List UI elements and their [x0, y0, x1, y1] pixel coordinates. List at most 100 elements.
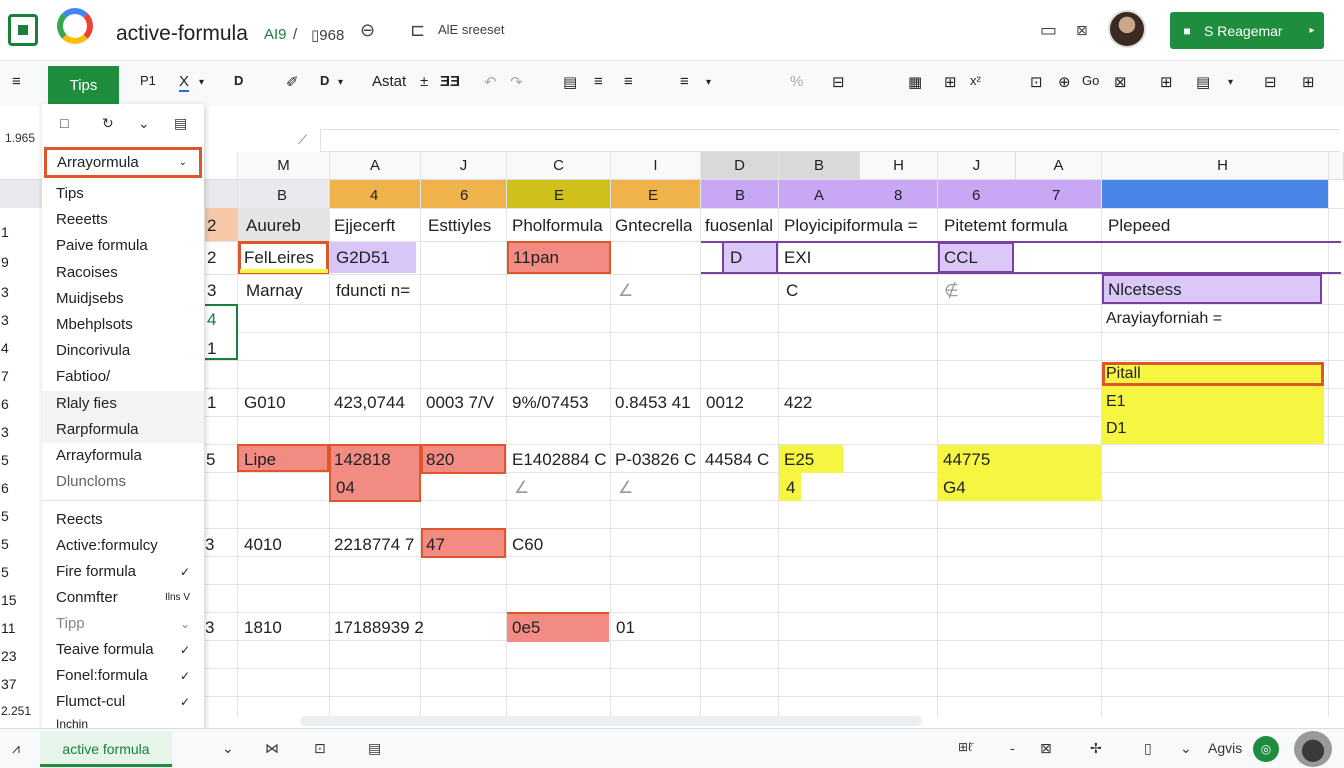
menu-item[interactable]: Reeetts: [42, 207, 204, 233]
cell[interactable]: 01: [616, 619, 635, 636]
cell[interactable]: 44584 C: [705, 451, 769, 468]
row-header[interactable]: 6: [0, 480, 22, 496]
row-header[interactable]: 5: [0, 452, 22, 468]
menu-item[interactable]: Fonel:formula ✓: [42, 663, 204, 689]
row-header[interactable]: 3: [0, 284, 22, 300]
sheets-app-icon[interactable]: [8, 14, 38, 46]
stats-icon[interactable]: ⊞ℓ̈: [958, 740, 972, 754]
menu-selected-item[interactable]: Arrayormula ⌄: [44, 147, 202, 178]
row-header[interactable]: 6: [0, 396, 22, 412]
cell[interactable]: C: [786, 282, 798, 299]
column-header[interactable]: M: [238, 152, 330, 180]
menu-item[interactable]: Arrayformula: [42, 443, 204, 469]
row-header[interactable]: 9: [0, 254, 22, 270]
cell[interactable]: G4: [943, 479, 966, 496]
filter-icon[interactable]: ⊕: [1058, 73, 1071, 91]
cell[interactable]: G010: [244, 394, 286, 411]
add-sheet-icon[interactable]: ⩘: [12, 740, 20, 757]
image-icon[interactable]: ⊡: [1030, 73, 1043, 91]
chevron-down-icon[interactable]: ▾: [199, 77, 204, 88]
row-header[interactable]: 2.251: [0, 704, 31, 717]
explore-icon[interactable]: ◎: [1253, 736, 1279, 762]
cell[interactable]: E1: [1106, 394, 1126, 410]
column-header[interactable]: H: [1102, 152, 1344, 180]
row-header[interactable]: 5: [0, 508, 22, 524]
font-selector[interactable]: Astat: [372, 73, 406, 90]
menu-item[interactable]: Conmfter Ilns V: [42, 585, 204, 611]
menu-item[interactable]: Inchin: [42, 715, 204, 729]
menu-item[interactable]: Mbehplsots: [42, 312, 204, 338]
cell[interactable]: D: [730, 249, 742, 266]
formula-dropdown-menu[interactable]: □ ↻ ⌄ ▤ Arrayormula ⌄ Tips Reeetts Paive…: [42, 104, 204, 729]
cell[interactable]: 0.8453 41: [615, 394, 691, 411]
row-header[interactable]: 11: [0, 620, 22, 636]
cell[interactable]: CCL: [944, 249, 978, 266]
percent-icon[interactable]: %: [790, 73, 803, 90]
chart-icon[interactable]: ⊠: [1114, 73, 1127, 91]
cell[interactable]: Gntecrella: [615, 217, 692, 234]
column-header[interactable]: D: [701, 152, 779, 180]
name-box[interactable]: 1.965: [0, 131, 35, 145]
chevron-down-icon[interactable]: ▾: [706, 77, 711, 88]
cell[interactable]: 11pan: [513, 249, 559, 266]
zoom-icon[interactable]: ⊠: [1040, 740, 1052, 757]
cell[interactable]: D1: [1106, 421, 1126, 437]
column-header[interactable]: C: [507, 152, 611, 180]
cell[interactable]: 0003 7/V: [426, 394, 494, 411]
align-center-icon[interactable]: ≡: [624, 73, 633, 90]
cell[interactable]: E1402884 C: [512, 451, 607, 468]
document-title[interactable]: active-formula: [116, 22, 248, 46]
cell[interactable]: C60: [512, 536, 543, 553]
refresh-icon[interactable]: ↻: [102, 115, 114, 132]
comment-icon[interactable]: ▭: [1040, 20, 1057, 41]
cell[interactable]: Ployicipiformula =: [784, 217, 918, 234]
align-left-icon[interactable]: ≡: [594, 73, 603, 90]
cell[interactable]: 3: [207, 282, 216, 299]
insert-grid-icon[interactable]: ⊞: [944, 73, 957, 91]
row-header[interactable]: 5: [0, 536, 22, 552]
cell[interactable]: ∠: [618, 479, 633, 496]
cell[interactable]: 44775: [943, 451, 990, 468]
cell[interactable]: ∠: [618, 282, 633, 299]
cell[interactable]: Plepeed: [1108, 217, 1170, 234]
menu-item[interactable]: Flumct-cul ✓: [42, 689, 204, 715]
row-header[interactable]: 7: [0, 368, 22, 384]
menu-item[interactable]: Rlaly fies: [42, 391, 204, 417]
history-icon[interactable]: ⊠: [1076, 22, 1088, 39]
align-justify-icon[interactable]: ≡: [680, 73, 689, 90]
cell[interactable]: 5: [206, 451, 215, 468]
cell[interactable]: G2D51: [336, 249, 390, 266]
move-icon[interactable]: ⊏: [410, 20, 425, 41]
menu-item[interactable]: Tipp ⌄: [42, 611, 204, 637]
collapse-icon[interactable]: ⋈: [265, 740, 279, 757]
cell[interactable]: Arayiayforniah =: [1106, 311, 1222, 327]
chevron-down-icon[interactable]: ⌄: [138, 115, 150, 132]
column-header[interactable]: I: [611, 152, 701, 180]
row-header[interactable]: 5: [0, 564, 22, 580]
column-header[interactable]: J: [938, 152, 1016, 180]
cloud-status-icon[interactable]: ⊖: [360, 20, 375, 41]
square-icon[interactable]: □: [60, 115, 68, 131]
menu-item[interactable]: Muidjsebs: [42, 286, 204, 312]
clear-format-icon[interactable]: X: [179, 73, 190, 92]
cell[interactable]: Pholformula: [512, 217, 603, 234]
column-header[interactable]: B: [779, 152, 860, 180]
expand-icon[interactable]: ⊞: [1302, 73, 1315, 91]
column-header[interactable]: A: [330, 152, 421, 180]
cell[interactable]: FelLeires: [244, 249, 314, 266]
sheet-tab-active[interactable]: active formula: [40, 731, 172, 767]
undo-icon[interactable]: ↶: [484, 73, 497, 91]
menu-item[interactable]: Fire formula ✓: [42, 559, 204, 585]
cell[interactable]: ∉: [944, 282, 959, 299]
column-header[interactable]: A: [1016, 152, 1102, 180]
menu-item[interactable]: Tips: [42, 181, 204, 207]
cell[interactable]: 0e5: [512, 619, 540, 636]
chevron-down-icon[interactable]: ▾: [338, 77, 343, 88]
go-icon[interactable]: Go: [1082, 73, 1099, 88]
cell[interactable]: 4: [786, 479, 795, 496]
formula-input[interactable]: [320, 129, 1340, 152]
user-avatar-small[interactable]: [1294, 731, 1332, 767]
row-header[interactable]: 37: [0, 676, 22, 692]
cell[interactable]: fduncti n=: [336, 282, 410, 299]
cell[interactable]: 3: [205, 536, 214, 553]
